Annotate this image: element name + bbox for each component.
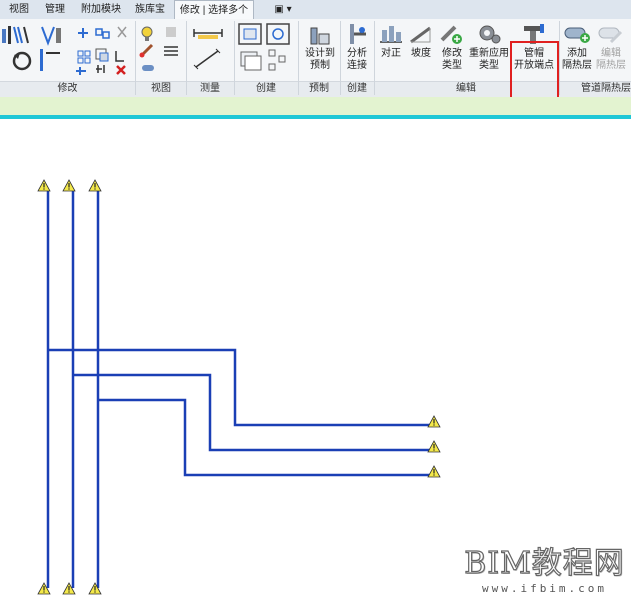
analyze-connections-button[interactable]: 分析 连接 (342, 22, 372, 72)
panel-label-edit: 编辑 (456, 83, 476, 94)
design-to-prefab-label-1: 设计到 (305, 48, 335, 59)
add-insulation-icon (564, 27, 590, 43)
slope-label: 坡度 (411, 48, 431, 59)
split-icon (40, 49, 60, 71)
edit-insulation-label-2: 隔热层 (596, 60, 626, 71)
edit-insulation-label-1: 编辑 (601, 48, 621, 59)
lightbulb-icon (141, 26, 153, 41)
tab-view[interactable]: 视图 (2, 0, 36, 19)
aligned-dimension-icon (193, 48, 221, 70)
pipe-network[interactable] (46, 189, 430, 588)
analyze-connections-icon (350, 24, 366, 44)
panel-label-measure: 测量 (200, 83, 220, 94)
tab-manage[interactable]: 管理 (40, 0, 70, 19)
offset-icon (13, 26, 29, 44)
panel-label-modify: 修改 (57, 83, 78, 94)
panel-label-view: 视图 (151, 83, 171, 94)
rotate-icon (12, 51, 32, 71)
reapply-type-label-2: 类型 (479, 60, 499, 71)
panel-separator (559, 21, 560, 95)
create-similar-icon (266, 23, 290, 45)
drawing-canvas[interactable] (0, 119, 631, 600)
modify-type-icon (440, 25, 462, 44)
edit-insulation-button[interactable]: 编辑 隔热层 (594, 22, 628, 72)
create-group-icon (238, 23, 262, 45)
create-assembly-icon (268, 49, 286, 71)
warning-icon (427, 415, 441, 428)
measure-tools-icons (193, 29, 223, 70)
watermark: BIM教程网 www.ifbim.com (462, 546, 627, 597)
design-to-prefab-label-2: 预制 (310, 60, 330, 71)
justify-button[interactable]: 对正 (376, 22, 406, 60)
view-tools-icons (139, 26, 178, 71)
analyze-connections-label-1: 分析 (347, 48, 367, 59)
array-icon (77, 50, 91, 64)
reapply-type-gear-icon (479, 25, 501, 44)
unpin-icon (76, 67, 86, 75)
add-insulation-label-1: 添加 (567, 48, 587, 59)
slope-icon (410, 26, 431, 44)
tab-family-library[interactable]: 族库宝 (130, 0, 170, 19)
pipe-view-icon (142, 65, 154, 71)
paintbrush-icon (139, 43, 154, 58)
tab-contextual-dropdown[interactable]: ▣ ▾ (268, 0, 298, 19)
scale-icon (95, 48, 109, 62)
panel-label-prefab: 预制 (309, 83, 329, 94)
edit-insulation-icon (598, 27, 623, 44)
watermark-title: BIM教程网 (464, 546, 625, 581)
modify-tools-icons (2, 26, 127, 75)
measure-between-icon (193, 29, 223, 39)
pipe-branch-3 (98, 398, 430, 477)
warning-icon (427, 440, 441, 453)
add-insulation-label-2: 隔热层 (562, 60, 592, 71)
tab-modify-select-multiple[interactable]: 修改 | 选择多个 (174, 0, 254, 19)
design-to-prefab-button[interactable]: 设计到 预制 (302, 22, 338, 72)
options-bar (0, 97, 631, 116)
warning-icon (62, 179, 76, 192)
panel-label-create: 创建 (256, 83, 276, 94)
design-to-prefab-icon (310, 27, 330, 45)
pin-icon (115, 51, 124, 62)
reapply-type-label-1: 重新应用 (469, 48, 509, 59)
warning-icon (88, 179, 102, 192)
slope-button[interactable]: 坡度 (407, 22, 435, 60)
move-icon (78, 28, 88, 38)
analyze-connections-label-2: 连接 (347, 60, 367, 71)
ribbon: 修改 视图 测量 创建 设计到 预制 预制 分析 连接 创建 对正 坡度 修改 … (0, 19, 631, 103)
justify-icon (380, 26, 402, 43)
add-insulation-button[interactable]: 添加 隔热层 (561, 22, 593, 72)
tab-addins[interactable]: 附加模块 (76, 0, 126, 19)
pipe-branch-2 (73, 373, 430, 452)
split-gap-icon (96, 65, 105, 73)
mirror-pick-icon (41, 26, 61, 46)
copy-icon (95, 28, 110, 39)
panel-label-pipe-insulation: 管道隔热层 (581, 83, 631, 94)
hide-element-icon (166, 27, 176, 37)
create-parts-icon (240, 51, 262, 71)
warning-icon (37, 179, 51, 192)
modify-type-button[interactable]: 修改 类型 (437, 22, 467, 72)
linework-icon (164, 46, 178, 56)
create-tools-icons (238, 23, 290, 71)
justify-label: 对正 (381, 48, 401, 59)
trim-icon (117, 26, 127, 38)
modify-type-label-2: 类型 (442, 60, 462, 71)
warning-icon (427, 465, 441, 478)
modify-type-label-1: 修改 (442, 48, 462, 59)
delete-icon (116, 65, 126, 75)
align-icon (2, 26, 11, 44)
reapply-type-button[interactable]: 重新应用 类型 (468, 22, 510, 72)
panel-label-create-2: 创建 (347, 83, 367, 94)
watermark-url: www.ifbim.com (481, 582, 608, 595)
ribbon-tab-bar: 视图 管理 附加模块 族库宝 修改 | 选择多个 ▣ ▾ (0, 0, 631, 20)
pipe-branch-1 (48, 348, 430, 427)
